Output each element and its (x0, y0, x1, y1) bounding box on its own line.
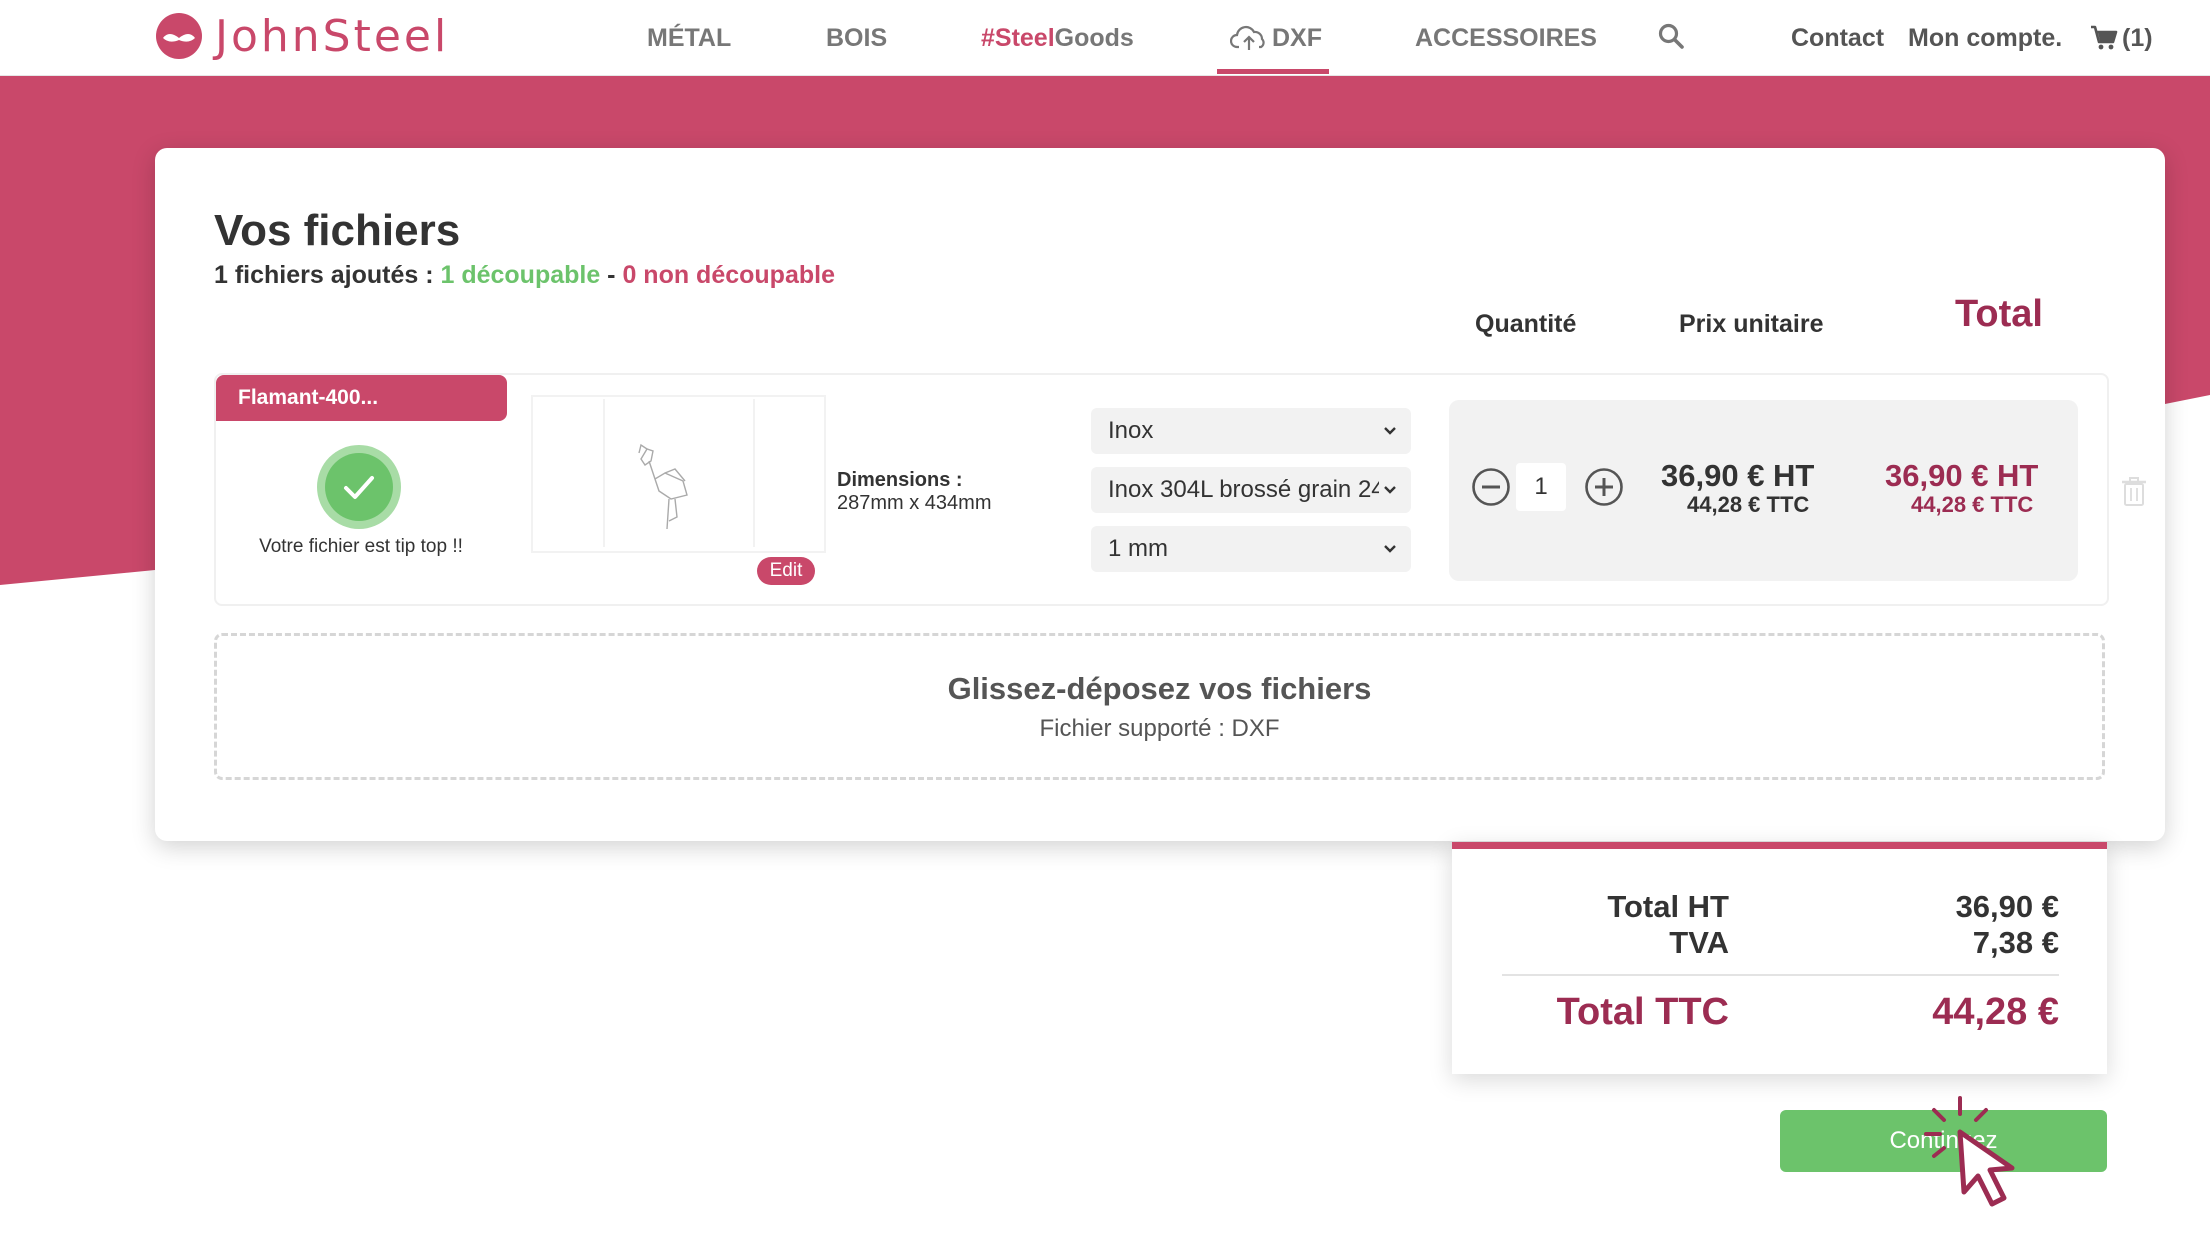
material-value: Inox (1108, 417, 1154, 444)
totals-divider (1502, 974, 2059, 976)
minus-circle-icon[interactable] (1471, 467, 1511, 507)
summary-separator: - (600, 261, 623, 289)
trash-icon[interactable] (2122, 477, 2146, 507)
top-nav: JohnSteel MÉTAL BOIS #SteelGoods DXF ACC… (0, 0, 2210, 76)
finish-value: Inox 304L brossé grain 240 (1108, 476, 1398, 503)
logo[interactable]: JohnSteel (155, 10, 449, 62)
dropzone-subtitle: Fichier supporté : DXF (1039, 715, 1280, 742)
thickness-select[interactable]: 1 mm (1091, 526, 1411, 572)
column-total: Total (1955, 293, 2043, 335)
summary-prefix: 1 fichiers ajoutés : (214, 261, 441, 289)
total-ht-label: Total HT (1607, 889, 1729, 924)
column-unit-price: Prix unitaire (1679, 310, 1824, 338)
file-dropzone[interactable]: Glissez-déposez vos fichiers Fichier sup… (214, 633, 2105, 780)
click-cursor-icon (1924, 1096, 2015, 1207)
material-select[interactable]: Inox (1091, 408, 1411, 454)
total-ttc-label: Total TTC (1556, 991, 1729, 1033)
logo-mark-icon (156, 13, 202, 59)
nav-dxf[interactable]: DXF (1230, 18, 1322, 58)
nav-steelgoods[interactable]: #SteelGoods (981, 18, 1134, 58)
nav-accessoires[interactable]: ACCESSOIRES (1415, 18, 1597, 58)
line-total-ttc: 44,28 € TTC (1911, 492, 2034, 517)
cloud-upload-icon (1230, 25, 1265, 50)
dimensions-value: 287mm x 434mm (837, 492, 992, 514)
nav-dxf-label: DXF (1272, 24, 1322, 52)
files-card: Vos fichiers 1 fichiers ajoutés : 1 déco… (155, 148, 2165, 841)
column-quantity: Quantité (1475, 310, 1577, 338)
nav-account[interactable]: Mon compte. (1908, 18, 2062, 58)
cart-button[interactable]: (1) (2090, 18, 2153, 58)
check-icon (344, 476, 374, 499)
unit-price-ht: 36,90 € HT (1661, 458, 1815, 493)
order-totals: Total HT 36,90 € TVA 7,38 € Total TTC 44… (1452, 842, 2107, 1074)
page-title: Vos fichiers (214, 206, 461, 255)
edit-button[interactable]: Edit (757, 557, 815, 585)
quantity-input[interactable] (1516, 463, 1566, 511)
file-preview[interactable] (531, 395, 826, 553)
price-box: 36,90 € HT 44,28 € TTC 36,90 € HT 44,28 … (1449, 400, 2078, 581)
logo-text: JohnSteel (215, 10, 450, 62)
thickness-value: 1 mm (1108, 535, 1168, 562)
dimensions-label: Dimensions : (837, 469, 963, 491)
line-total-ht: 36,90 € HT (1885, 458, 2039, 493)
finish-select[interactable]: Inox 304L brossé grain 240 (1091, 467, 1411, 513)
cart-icon (2091, 25, 2118, 50)
nav-steelgoods-prefix: #Steel (981, 24, 1055, 52)
file-status-text: Votre fichier est tip top !! (259, 536, 463, 557)
nav-active-indicator (1217, 69, 1329, 74)
plus-circle-icon[interactable] (1584, 467, 1624, 507)
tva-label: TVA (1669, 925, 1729, 960)
chevron-down-icon (1379, 526, 1401, 572)
nav-bois[interactable]: BOIS (826, 18, 887, 58)
chevron-down-icon (1379, 408, 1401, 454)
nav-metal[interactable]: MÉTAL (647, 18, 731, 58)
total-ttc-value: 44,28 € (1932, 991, 2059, 1033)
summary-not-cuttable: 0 non découpable (622, 261, 835, 289)
unit-price-ttc: 44,28 € TTC (1687, 492, 1810, 517)
search-button[interactable] (1657, 22, 1685, 62)
total-ht-value: 36,90 € (1955, 889, 2059, 924)
nav-steelgoods-suffix: Goods (1054, 24, 1134, 52)
file-row: Flamant-400... Votre fichier est tip top… (214, 373, 2146, 606)
nav-contact[interactable]: Contact (1791, 18, 1884, 58)
dropzone-title: Glissez-déposez vos fichiers (947, 671, 1372, 706)
tva-value: 7,38 € (1972, 925, 2059, 960)
files-summary: 1 fichiers ajoutés : 1 découpable - 0 no… (214, 261, 835, 290)
summary-cuttable: 1 découpable (440, 261, 601, 289)
chevron-down-icon (1379, 467, 1401, 513)
cart-count: (1) (2122, 24, 2153, 52)
file-name-tab: Flamant-400... (216, 375, 507, 421)
search-icon (1658, 23, 1684, 49)
file-valid-badge (317, 445, 401, 529)
flamingo-drawing-icon (638, 443, 688, 530)
